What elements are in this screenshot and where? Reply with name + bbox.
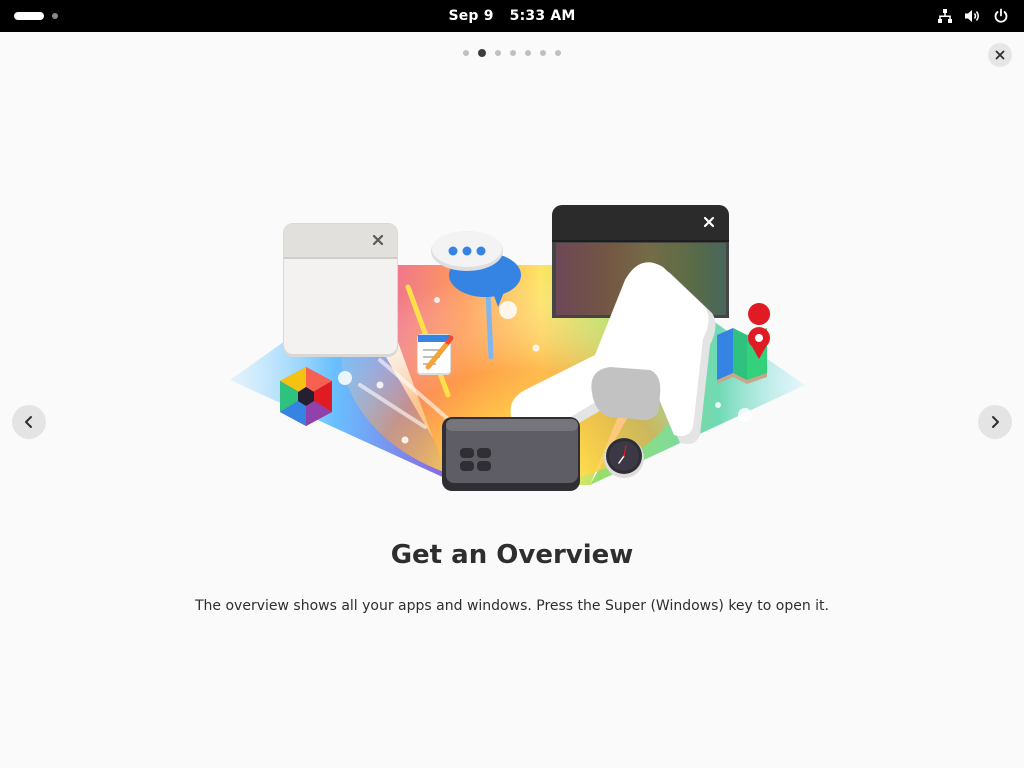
page-dot-7[interactable] bbox=[555, 50, 561, 56]
page-dot-6[interactable] bbox=[540, 50, 546, 56]
network-wired-icon[interactable] bbox=[936, 7, 954, 25]
chevron-left-icon bbox=[25, 416, 32, 428]
chevron-right-icon bbox=[992, 416, 999, 428]
page-title: Get an Overview bbox=[390, 540, 634, 570]
volume-icon[interactable] bbox=[964, 7, 982, 25]
date-label: Sep 9 bbox=[448, 8, 494, 24]
activities-dock-illustration bbox=[442, 417, 580, 491]
page-indicator bbox=[0, 49, 1024, 57]
power-icon[interactable] bbox=[992, 7, 1010, 25]
overview-illustration bbox=[230, 205, 805, 491]
light-window-illustration bbox=[283, 223, 398, 357]
clocks-app-icon bbox=[604, 438, 644, 478]
text-editor-icon bbox=[417, 334, 454, 375]
previous-page-button[interactable] bbox=[12, 405, 46, 439]
clock-button[interactable]: Sep 9 5:33 AM bbox=[0, 0, 1024, 32]
page-dot-5[interactable] bbox=[525, 50, 531, 56]
page-dot-3[interactable] bbox=[495, 50, 501, 56]
page-dot-2-active[interactable] bbox=[478, 49, 486, 57]
time-label: 5:33 AM bbox=[509, 8, 576, 24]
next-page-button[interactable] bbox=[978, 405, 1012, 439]
top-bar: Sep 9 5:33 AM bbox=[0, 0, 1024, 32]
close-icon bbox=[995, 50, 1005, 60]
close-button[interactable] bbox=[988, 43, 1012, 67]
system-tray[interactable] bbox=[936, 7, 1010, 25]
page-description: The overview shows all your apps and win… bbox=[195, 598, 829, 614]
page-dot-1[interactable] bbox=[463, 50, 469, 56]
page-dot-4[interactable] bbox=[510, 50, 516, 56]
